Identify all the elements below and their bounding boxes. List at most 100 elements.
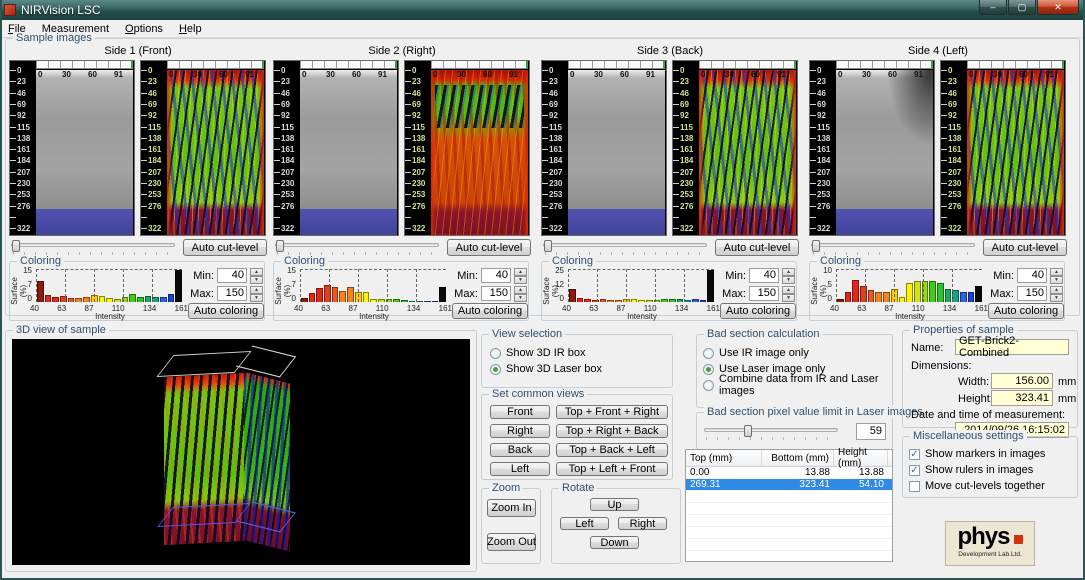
auto-coloring-button[interactable]: Auto coloring xyxy=(188,303,264,319)
rotate-down-button[interactable]: Down xyxy=(590,536,639,549)
close-button[interactable]: ✕ xyxy=(1037,0,1079,15)
radio-show-3d-laser-box[interactable]: Show 3D Laser box xyxy=(490,361,664,377)
top-back-left-button[interactable]: Top + Back + Left xyxy=(556,443,668,457)
laser-image[interactable]: 0306091 02346699211513816118420723025327… xyxy=(672,60,798,236)
min-value[interactable]: 40 xyxy=(1017,268,1047,283)
rotate-left-button[interactable]: Left xyxy=(560,517,609,530)
min-value[interactable]: 40 xyxy=(749,268,779,283)
radio-combine-ir-laser[interactable]: Combine data from IR and Laser images xyxy=(703,377,886,393)
max-spinner[interactable]: ▲▼ xyxy=(514,286,527,301)
right-view-button[interactable]: Right xyxy=(490,424,550,438)
menu-help[interactable]: Help xyxy=(171,21,210,37)
laser-image[interactable]: 0306091 02346699211513816118420723025327… xyxy=(404,60,530,236)
max-spinner[interactable]: ▲▼ xyxy=(782,286,795,301)
auto-cut-level-button[interactable]: Auto cut-level xyxy=(183,239,267,256)
top-right-back-button[interactable]: Top + Right + Back xyxy=(556,424,668,438)
checkbox-move-cutlevels[interactable]: Move cut-levels together xyxy=(909,478,1071,494)
table-row-empty[interactable] xyxy=(686,539,892,551)
table-row-empty[interactable] xyxy=(686,551,892,563)
maximize-button[interactable]: ▢ xyxy=(1008,0,1036,15)
y-tick-max: 25 xyxy=(548,266,564,275)
intensity-axis-label: Intensity xyxy=(870,312,950,321)
cut-level-slider[interactable] xyxy=(9,239,177,255)
spin-down-icon: ▼ xyxy=(782,294,795,302)
window-title: NIRVision LSC xyxy=(21,3,101,17)
logo-text: phys xyxy=(957,524,1009,550)
max-spinner[interactable]: ▲▼ xyxy=(250,286,263,301)
max-label: Max: xyxy=(988,288,1014,300)
rotate-up-button[interactable]: Up xyxy=(590,498,639,511)
menu-options[interactable]: Options xyxy=(117,21,171,37)
spin-up-icon: ▲ xyxy=(250,286,263,294)
horizontal-ruler: 0306091 xyxy=(169,70,261,79)
max-spinner[interactable]: ▲▼ xyxy=(1050,286,1063,301)
table-row-empty[interactable] xyxy=(686,527,892,539)
auto-cut-level-button[interactable]: Auto cut-level xyxy=(447,239,531,256)
header-height[interactable]: Height (mm) xyxy=(834,450,888,466)
top-left-front-button[interactable]: Top + Left + Front xyxy=(556,462,668,476)
zoom-out-button[interactable]: Zoom Out xyxy=(487,533,536,551)
cut-level-slider[interactable] xyxy=(273,239,441,255)
surface-axis-label: Surface (%) xyxy=(274,271,292,311)
laser-image[interactable]: 0306091 02346699211513816118420723025327… xyxy=(940,60,1066,236)
view3d-group: 3D view of sample xyxy=(5,330,477,572)
header-bottom[interactable]: Bottom (mm) xyxy=(762,450,834,466)
table-row-empty[interactable] xyxy=(686,491,892,503)
table-row[interactable]: 0.0013.8813.88 xyxy=(686,467,892,479)
table-row-empty[interactable] xyxy=(686,515,892,527)
spin-down-icon: ▼ xyxy=(250,294,263,302)
checkbox-icon: ✓ xyxy=(909,449,920,460)
left-view-button[interactable]: Left xyxy=(490,462,550,476)
coloring-group: Coloring Surface (%) 25 12 0 40638711013… xyxy=(541,261,797,321)
vertical-ruler: 023466992115138161184207230253276322 xyxy=(542,61,568,235)
radio-label: Show 3D Laser box xyxy=(506,363,602,375)
auto-coloring-button[interactable]: Auto coloring xyxy=(452,303,528,319)
table-row-empty[interactable] xyxy=(686,503,892,515)
auto-cut-level-button[interactable]: Auto cut-level xyxy=(715,239,799,256)
max-value[interactable]: 150 xyxy=(481,286,511,301)
checkbox-show-markers[interactable]: ✓ Show markers in images xyxy=(909,446,1071,462)
height-field[interactable]: 323.41 xyxy=(991,390,1053,406)
y-tick-max: 10 xyxy=(816,266,832,275)
set-common-views-group: Set common views Front Right Back Left T… xyxy=(481,394,673,480)
laser-image[interactable]: 0306091 02346699211513816118420723025327… xyxy=(140,60,266,236)
logo-subtext: Development Lab.Ltd. xyxy=(946,551,1034,558)
checkbox-show-rulers[interactable]: ✓ Show rulers in images xyxy=(909,462,1071,478)
radio-use-ir-only[interactable]: Use IR image only xyxy=(703,345,886,361)
width-field[interactable]: 156.00 xyxy=(991,373,1053,389)
min-spinner[interactable]: ▲▼ xyxy=(250,268,263,283)
max-value[interactable]: 150 xyxy=(217,286,247,301)
properties-group: Properties of sample Name: GET-Brick2-Co… xyxy=(902,330,1078,428)
auto-coloring-button[interactable]: Auto coloring xyxy=(720,303,796,319)
front-view-button[interactable]: Front xyxy=(490,405,550,419)
min-spinner[interactable]: ▲▼ xyxy=(782,268,795,283)
max-value[interactable]: 150 xyxy=(749,286,779,301)
view3d-canvas[interactable] xyxy=(12,339,470,565)
zoom-in-button[interactable]: Zoom In xyxy=(487,499,536,517)
bad-limit-slider[interactable] xyxy=(702,424,840,440)
side-panel: Side 2 (Right) 0306091 02346699211513816… xyxy=(273,45,531,313)
header-top[interactable]: Top (mm) xyxy=(686,450,762,466)
ir-image[interactable]: 0306091 02346699211513816118420723025327… xyxy=(9,60,135,236)
radio-show-3d-ir-box[interactable]: Show 3D IR box xyxy=(490,345,664,361)
name-field[interactable]: GET-Brick2-Combined xyxy=(955,339,1069,355)
top-front-right-button[interactable]: Top + Front + Right xyxy=(556,405,668,419)
min-value[interactable]: 40 xyxy=(481,268,511,283)
min-value[interactable]: 40 xyxy=(217,268,247,283)
back-view-button[interactable]: Back xyxy=(490,443,550,457)
cut-level-slider[interactable] xyxy=(809,239,977,255)
auto-cut-level-button[interactable]: Auto cut-level xyxy=(983,239,1067,256)
ir-image[interactable]: 0306091 02346699211513816118420723025327… xyxy=(273,60,399,236)
ir-image[interactable]: 0306091 02346699211513816118420723025327… xyxy=(541,60,667,236)
table-row[interactable]: 269.31323.4154.10 xyxy=(686,479,892,491)
minimize-button[interactable]: – xyxy=(979,0,1007,15)
cut-level-slider[interactable] xyxy=(541,239,709,255)
max-value[interactable]: 150 xyxy=(1017,286,1047,301)
ir-image[interactable]: 0306091 02346699211513816118420723025327… xyxy=(809,60,935,236)
bad-limit-value[interactable]: 59 xyxy=(856,423,886,440)
auto-coloring-button[interactable]: Auto coloring xyxy=(988,303,1064,319)
min-spinner[interactable]: ▲▼ xyxy=(1050,268,1063,283)
intensity-histogram xyxy=(836,269,982,302)
min-spinner[interactable]: ▲▼ xyxy=(514,268,527,283)
rotate-right-button[interactable]: Right xyxy=(618,517,667,530)
